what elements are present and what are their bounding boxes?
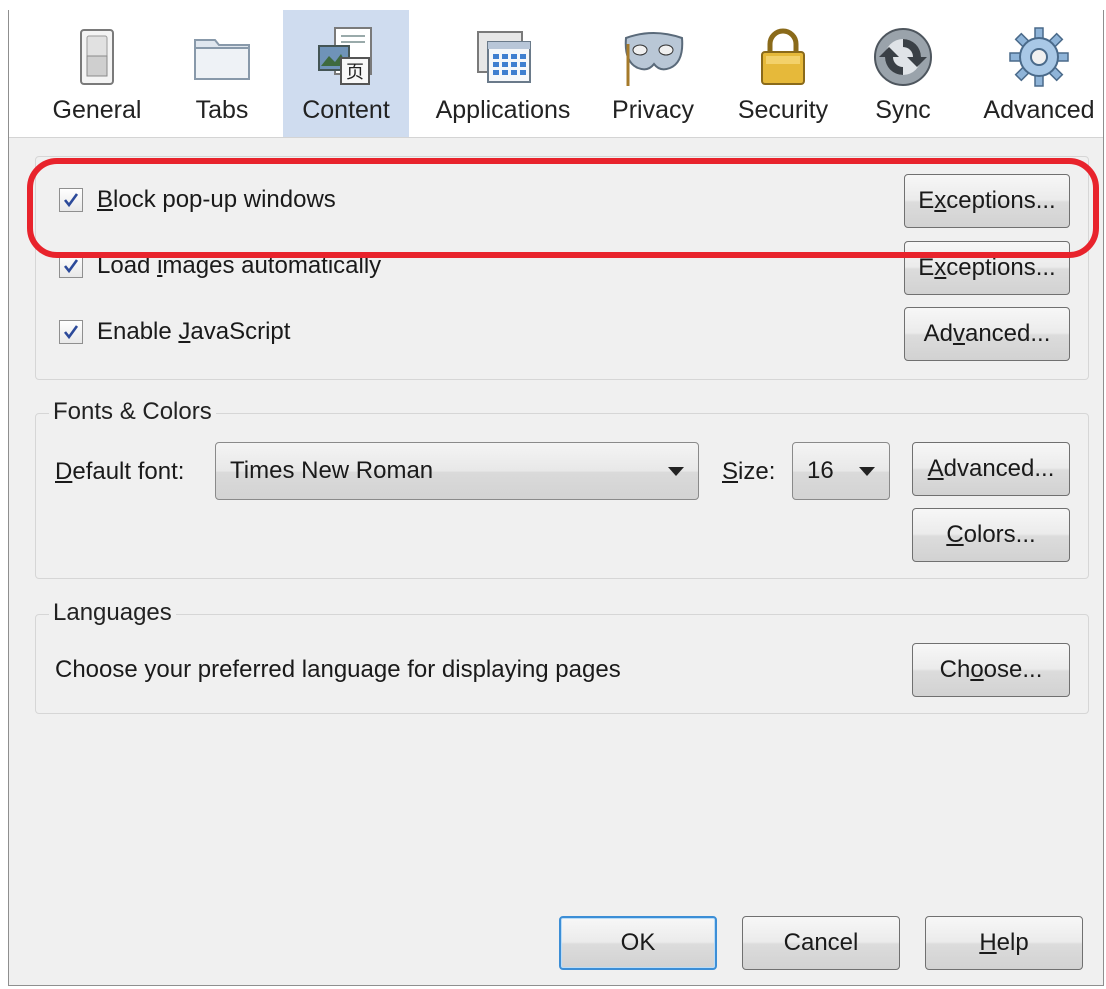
tab-tabs[interactable]: Tabs <box>169 10 275 137</box>
tab-applications-label: Applications <box>435 96 571 124</box>
images-exceptions-label-post: ceptions... <box>946 254 1056 281</box>
images-exceptions-label-pre: E <box>918 254 935 281</box>
font-size-label: Size: <box>722 458 775 486</box>
cancel-button[interactable]: Cancel <box>742 916 900 970</box>
chevron-down-icon <box>668 467 684 476</box>
default-font-label-text: efault font: <box>72 458 185 485</box>
folder-icon <box>194 39 250 80</box>
colors-label-text: olors... <box>963 521 1036 548</box>
images-exceptions-label-accel: x <box>934 254 947 281</box>
applications-window-icon <box>477 31 531 83</box>
default-font-value: Times New Roman <box>230 457 434 484</box>
checkmark-icon <box>63 259 79 274</box>
tab-sync[interactable]: Sync <box>857 10 949 137</box>
tab-privacy-label: Privacy <box>612 96 694 124</box>
font-size-value: 16 <box>807 457 834 484</box>
fonts-advanced-label-accel: A <box>927 455 944 482</box>
choose-languages-button[interactable]: Ch o ose... <box>912 643 1070 697</box>
tab-content[interactable]: 页 Content <box>283 10 409 137</box>
default-font-select[interactable]: Times New Roman <box>215 442 699 500</box>
ok-button[interactable]: OK <box>559 916 717 970</box>
javascript-advanced-label-accel: v <box>952 320 965 347</box>
help-label-text: elp <box>996 929 1029 956</box>
languages-legend: Languages <box>49 599 176 627</box>
tab-applications[interactable]: Applications <box>425 10 581 137</box>
font-size-label-accel: S <box>722 458 739 485</box>
chevron-down-icon <box>859 467 875 476</box>
preferences-window: General Tabs 页 Content Applications Priv… <box>8 10 1104 986</box>
javascript-advanced-label-pre: Ad <box>923 320 953 347</box>
enable-javascript-label: Enable JavaScript <box>97 318 290 346</box>
content-page-icon: 页 <box>318 27 372 85</box>
colors-label-accel: C <box>946 521 964 548</box>
help-label-accel: H <box>979 929 997 956</box>
preferences-toolbar: General Tabs 页 Content Applications Priv… <box>9 10 1103 138</box>
colors-button[interactable]: Colors... <box>912 508 1070 562</box>
enable-javascript-checkbox-row[interactable]: Enable JavaScript <box>59 318 290 346</box>
enable-javascript-label-post: avaScript <box>190 318 291 345</box>
default-font-label: Default font: <box>55 458 184 486</box>
tab-advanced[interactable]: Advanced <box>977 10 1101 137</box>
sync-icon <box>874 28 932 86</box>
tab-general-label: General <box>52 96 142 124</box>
tab-security[interactable]: Security <box>723 10 843 137</box>
font-size-label-text: ize: <box>738 458 776 485</box>
svg-text:页: 页 <box>346 62 364 83</box>
javascript-advanced-label-post: anced... <box>964 320 1051 347</box>
tab-privacy[interactable]: Privacy <box>599 10 707 137</box>
enable-javascript-checkbox[interactable] <box>59 320 83 344</box>
tab-tabs-label: Tabs <box>195 96 249 124</box>
fonts-advanced-button[interactable]: Advanced... <box>912 442 1070 496</box>
choose-label-post: ose... <box>983 656 1043 683</box>
help-button[interactable]: Help <box>925 916 1083 970</box>
tab-content-label: Content <box>302 96 390 124</box>
fonts-colors-legend: Fonts & Colors <box>49 398 216 426</box>
tab-general[interactable]: General <box>37 10 157 137</box>
choose-label-accel: o <box>970 656 984 683</box>
tab-sync-label: Sync <box>875 96 931 124</box>
languages-description: Choose your preferred language for displ… <box>55 656 621 683</box>
gear-icon <box>1009 27 1069 87</box>
choose-label-pre: Ch <box>939 656 971 683</box>
font-size-select[interactable]: 16 <box>792 442 890 500</box>
highlight-annotation <box>27 158 1099 258</box>
tab-security-label: Security <box>737 96 829 124</box>
mask-icon <box>624 32 684 86</box>
javascript-advanced-button[interactable]: Ad v anced... <box>904 307 1070 361</box>
tab-advanced-label: Advanced <box>983 96 1095 124</box>
fonts-advanced-label-text: dvanced... <box>943 455 1055 482</box>
checkmark-icon <box>63 325 79 340</box>
default-font-label-accel: D <box>55 458 73 485</box>
switch-icon <box>80 29 114 85</box>
enable-javascript-label-accel: J <box>178 318 191 345</box>
enable-javascript-label-pre: Enable <box>97 318 179 345</box>
padlock-icon <box>761 28 805 85</box>
